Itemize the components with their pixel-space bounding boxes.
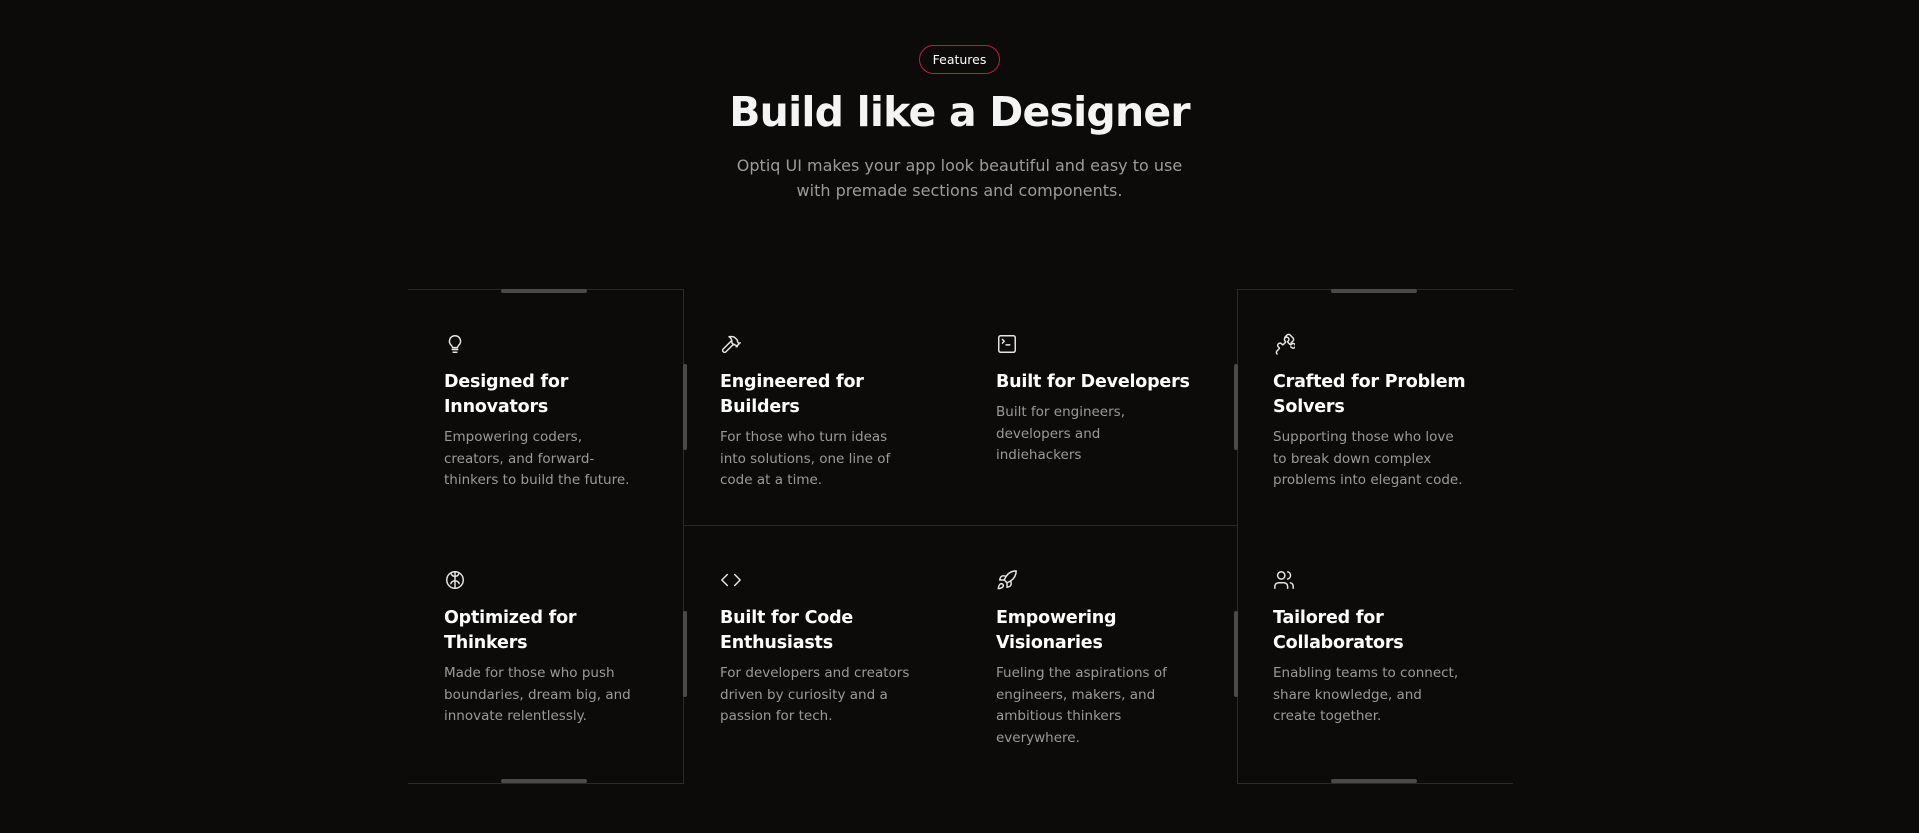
accent-bar xyxy=(683,364,687,450)
brain-icon xyxy=(444,569,466,591)
feature-card-developers: Built for Developers Built for engineers… xyxy=(996,333,1196,467)
feature-description: For those who turn ideas into solutions,… xyxy=(720,429,891,488)
puzzle-icon xyxy=(1273,333,1295,355)
accent-bar xyxy=(683,611,687,697)
feature-description: For developers and creators driven by cu… xyxy=(720,665,910,724)
feature-description: Enabling teams to connect, share knowled… xyxy=(1273,665,1459,724)
feature-card-thinkers: Optimized for Thinkers Made for those wh… xyxy=(444,569,644,728)
feature-card-problem-solvers: Crafted for Problem Solvers Supporting t… xyxy=(1273,333,1473,492)
grid-line-bottom-left xyxy=(408,783,684,784)
feature-title: Crafted for Problem Solvers xyxy=(1273,372,1466,417)
feature-title: Designed for Innovators xyxy=(444,372,569,417)
feature-card-builders: Engineered for Builders For those who tu… xyxy=(720,333,920,492)
feature-description: Fueling the aspirations of engineers, ma… xyxy=(996,665,1167,746)
accent-bar xyxy=(501,779,587,783)
feature-title: Built for Code Enthusiasts xyxy=(720,608,854,653)
feature-description: Built for engineers, developers and indi… xyxy=(996,404,1125,463)
hammer-icon xyxy=(720,333,742,355)
feature-card-innovators: Designed for Innovators Empowering coder… xyxy=(444,333,634,492)
accent-bar xyxy=(1331,289,1417,293)
features-badge: Features xyxy=(919,45,1000,74)
subtitle-line-1: Optiq UI makes your app look beautiful a… xyxy=(736,156,1183,175)
features-grid: Designed for Innovators Empowering coder… xyxy=(408,289,1513,784)
accent-bar xyxy=(501,289,587,293)
feature-card-visionaries: Empowering Visionaries Fueling the aspir… xyxy=(996,569,1196,749)
feature-description: Made for those who push boundaries, drea… xyxy=(444,665,631,724)
feature-title: Optimized for Thinkers xyxy=(444,608,577,653)
feature-description: Empowering coders, creators, and forward… xyxy=(444,429,630,488)
feature-title: Empowering Visionaries xyxy=(996,608,1117,653)
feature-title: Engineered for Builders xyxy=(720,372,864,417)
code-icon xyxy=(720,569,742,591)
feature-title: Built for Developers xyxy=(996,372,1190,392)
feature-description: Supporting those who love to break down … xyxy=(1273,429,1463,488)
grid-line-right-divider xyxy=(1237,289,1238,784)
feature-title: Tailored for Collaborators xyxy=(1273,608,1404,653)
lightbulb-icon xyxy=(444,333,466,355)
grid-line-middle xyxy=(684,525,1237,526)
page-title: Build like a Designer xyxy=(729,88,1190,136)
page-subtitle: Optiq UI makes your app look beautiful a… xyxy=(0,153,1919,203)
feature-card-code-enthusiasts: Built for Code Enthusiasts For developer… xyxy=(720,569,920,728)
terminal-icon xyxy=(996,333,1018,355)
accent-bar xyxy=(1234,611,1238,697)
grid-line-bottom-right xyxy=(1237,783,1513,784)
accent-bar xyxy=(1234,364,1238,450)
feature-card-collaborators: Tailored for Collaborators Enabling team… xyxy=(1273,569,1473,728)
users-icon xyxy=(1273,569,1295,591)
rocket-icon xyxy=(996,569,1018,591)
accent-bar xyxy=(1331,779,1417,783)
subtitle-line-2: with premade sections and components. xyxy=(796,181,1123,200)
